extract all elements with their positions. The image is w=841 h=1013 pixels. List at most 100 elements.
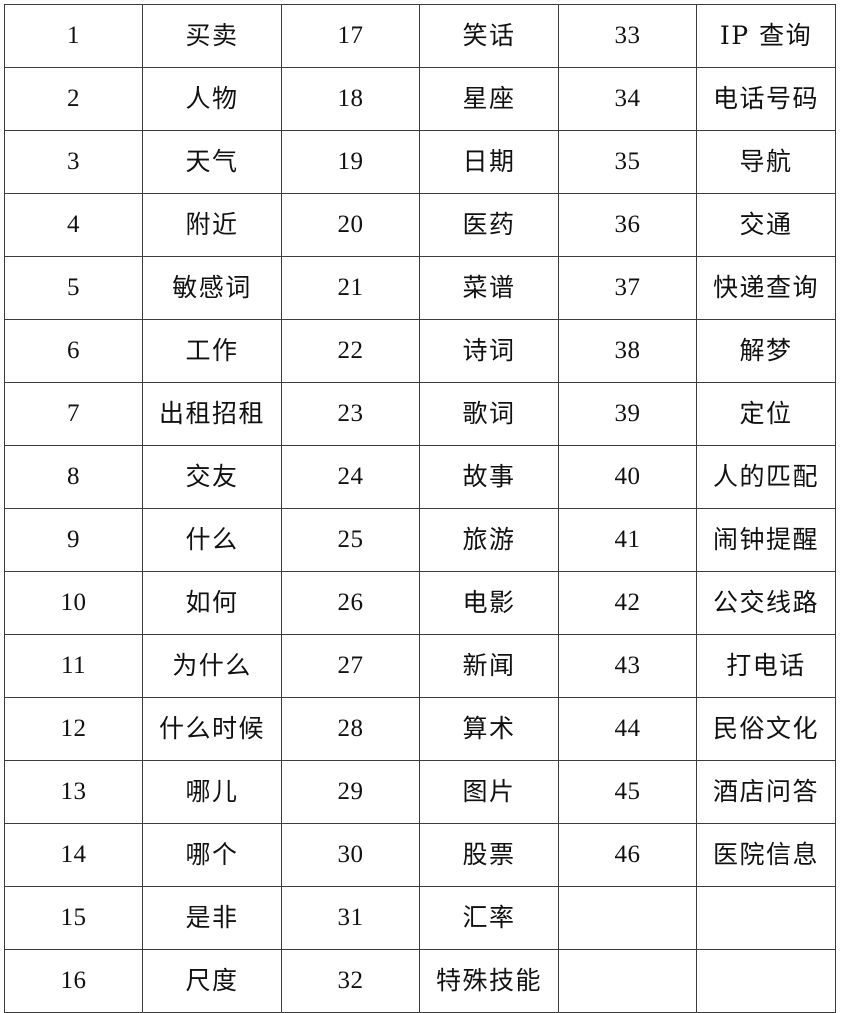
table-cell-index [558,886,697,950]
table-cell-index [558,949,697,1013]
table-cell-label: 附近 [142,193,282,257]
table-cell-index: 19 [281,130,420,194]
table-cell-label: 如何 [142,571,282,635]
table-cell-label: 菜谱 [419,256,559,320]
table-cell-label: 什么时候 [142,697,282,761]
table-cell-index: 9 [4,508,143,572]
table-cell-label [696,949,836,1013]
table-row: 9 什么 25 旅游 41 闹钟提醒 [4,508,836,572]
table-row: 10 如何 26 电影 42 公交线路 [4,571,836,635]
table-cell-label: 旅游 [419,508,559,572]
table-cell-label: 酒店问答 [696,760,836,824]
table-cell-label: 医药 [419,193,559,257]
table-row: 3 天气 19 日期 35 导航 [4,130,836,194]
table-cell-index: 34 [558,67,697,131]
table-cell-label: 敏感词 [142,256,282,320]
table-cell-label: 股票 [419,823,559,887]
table-cell-index: 38 [558,319,697,383]
table-cell-index: 28 [281,697,420,761]
table-cell-label: 买卖 [142,4,282,68]
table-cell-index: 21 [281,256,420,320]
table-cell-label: 图片 [419,760,559,824]
table-cell-label: 歌词 [419,382,559,446]
table-cell-index: 26 [281,571,420,635]
table-cell-index: 27 [281,634,420,698]
table-cell-label: 民俗文化 [696,697,836,761]
table-cell-label: 交友 [142,445,282,509]
table-row: 4 附近 20 医药 36 交通 [4,193,836,257]
table-cell-index: 35 [558,130,697,194]
table-row: 1 买卖 17 笑话 33 IP 查询 [4,4,836,68]
table-cell-label: 人的匹配 [696,445,836,509]
table-cell-index: 7 [4,382,143,446]
table-body: 1 买卖 17 笑话 33 IP 查询 2 人物 18 星座 34 电话号码 3 天气 19 日期 35 导航 4 附… [4,4,836,1013]
table-cell-index: 6 [4,319,143,383]
table-cell-label: 星座 [419,67,559,131]
category-table: 1 买卖 17 笑话 33 IP 查询 2 人物 18 星座 34 电话号码 3 天气 19 日期 35 导航 4 附… [4,4,836,1013]
table-cell-label: 哪儿 [142,760,282,824]
table-cell-label: IP 查询 [696,4,836,68]
table-cell-index: 31 [281,886,420,950]
table-cell-index: 29 [281,760,420,824]
table-cell-index: 14 [4,823,143,887]
table-cell-label: 人物 [142,67,282,131]
table-row: 14 哪个 30 股票 46 医院信息 [4,823,836,887]
table-cell-label: 特殊技能 [419,949,559,1013]
table-cell-index: 32 [281,949,420,1013]
table-cell-index: 12 [4,697,143,761]
table-cell-index: 16 [4,949,143,1013]
table-cell-label: 闹钟提醒 [696,508,836,572]
table-row: 8 交友 24 故事 40 人的匹配 [4,445,836,509]
table-cell-label: 电话号码 [696,67,836,131]
table-cell-label: 打电话 [696,634,836,698]
table-cell-label [696,886,836,950]
table-cell-label: 是非 [142,886,282,950]
table-cell-index: 25 [281,508,420,572]
table-cell-label: 日期 [419,130,559,194]
table-cell-index: 18 [281,67,420,131]
table-cell-label: 交通 [696,193,836,257]
table-cell-index: 46 [558,823,697,887]
table-row: 11 为什么 27 新闻 43 打电话 [4,634,836,698]
table-cell-label: 天气 [142,130,282,194]
table-row: 5 敏感词 21 菜谱 37 快递查询 [4,256,836,320]
table-cell-index: 42 [558,571,697,635]
table-cell-index: 3 [4,130,143,194]
table-row: 7 出租招租 23 歌词 39 定位 [4,382,836,446]
table-cell-label: 电影 [419,571,559,635]
table-cell-index: 22 [281,319,420,383]
table-cell-label: 新闻 [419,634,559,698]
table-cell-label: 解梦 [696,319,836,383]
table-cell-label: 工作 [142,319,282,383]
table-cell-label: 故事 [419,445,559,509]
table-cell-label: 医院信息 [696,823,836,887]
table-cell-label: 诗词 [419,319,559,383]
table-cell-label: 公交线路 [696,571,836,635]
table-cell-label: 什么 [142,508,282,572]
table-cell-index: 30 [281,823,420,887]
table-cell-label: 为什么 [142,634,282,698]
table-cell-index: 10 [4,571,143,635]
table-cell-label: 笑话 [419,4,559,68]
table-cell-index: 20 [281,193,420,257]
table-cell-index: 2 [4,67,143,131]
table-cell-label: 导航 [696,130,836,194]
table-cell-label: 哪个 [142,823,282,887]
table-cell-index: 33 [558,4,697,68]
table-cell-index: 40 [558,445,697,509]
table-cell-index: 15 [4,886,143,950]
table-cell-index: 39 [558,382,697,446]
table-row: 15 是非 31 汇率 [4,886,836,950]
table-cell-index: 17 [281,4,420,68]
table-row: 6 工作 22 诗词 38 解梦 [4,319,836,383]
table-cell-index: 13 [4,760,143,824]
table-cell-label: 算术 [419,697,559,761]
table-row: 13 哪儿 29 图片 45 酒店问答 [4,760,836,824]
table-cell-index: 44 [558,697,697,761]
table-cell-index: 37 [558,256,697,320]
table-cell-label: 出租招租 [142,382,282,446]
table-cell-index: 43 [558,634,697,698]
table-row: 2 人物 18 星座 34 电话号码 [4,67,836,131]
table-cell-index: 11 [4,634,143,698]
table-cell-label: 汇率 [419,886,559,950]
